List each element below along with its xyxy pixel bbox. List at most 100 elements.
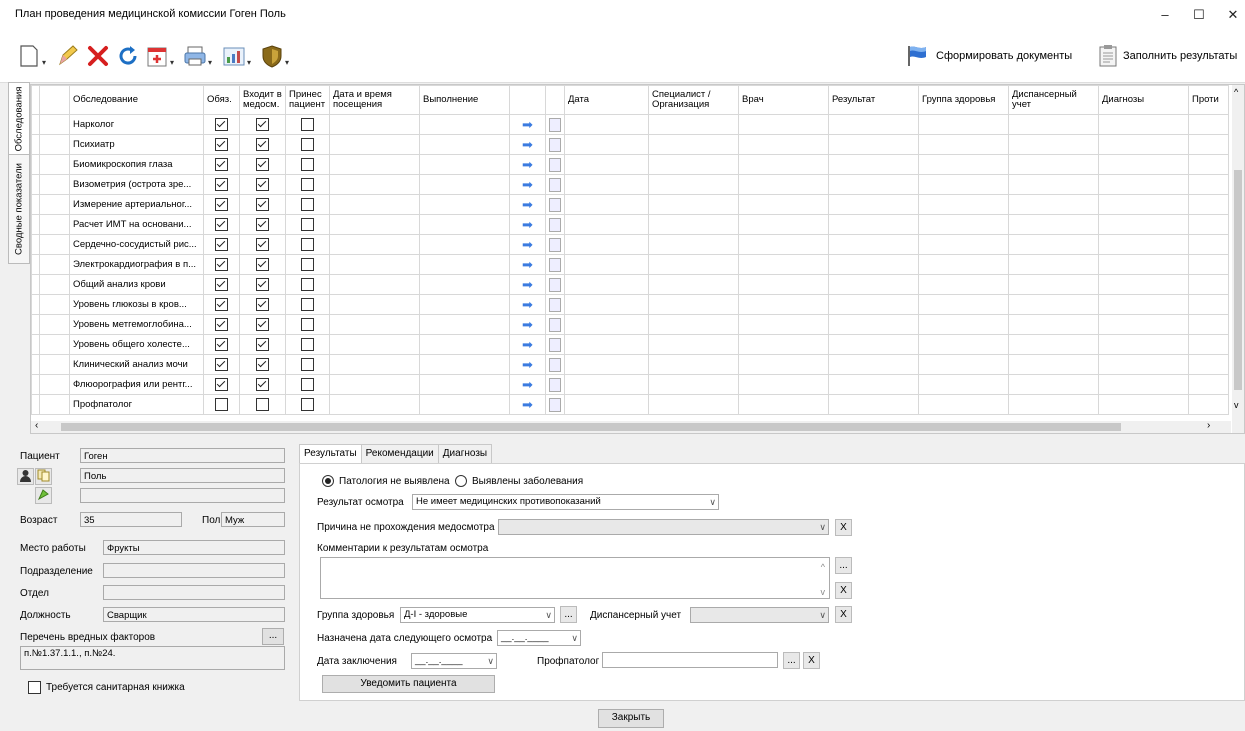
medkit-dropdown[interactable]: ▾ <box>170 58 174 67</box>
checkbox-req[interactable] <box>215 338 228 351</box>
cell-date[interactable] <box>564 154 649 175</box>
cell-contra[interactable] <box>1188 314 1229 335</box>
cell-exam-name[interactable]: Уровень метгемоглобина... <box>69 314 204 335</box>
grid-header-0[interactable]: Обследование <box>69 85 204 115</box>
cell-execution[interactable] <box>419 194 510 215</box>
patient-division[interactable] <box>103 563 285 578</box>
arrow-right-icon[interactable]: ➡ <box>522 337 533 352</box>
dispensary-clear-button[interactable]: X <box>835 606 852 623</box>
cell-doc[interactable] <box>545 354 565 375</box>
arrow-right-icon[interactable]: ➡ <box>522 157 533 172</box>
row-selector[interactable] <box>39 134 70 155</box>
cell-health-group[interactable] <box>918 174 1009 195</box>
reason-clear-button[interactable]: X <box>835 519 852 536</box>
checkbox-brought[interactable] <box>301 398 314 411</box>
checkbox-brought[interactable] <box>301 118 314 131</box>
cell-specialist[interactable] <box>648 154 739 175</box>
checkbox-brought[interactable] <box>301 358 314 371</box>
cell-exam-name[interactable]: Клинический анализ мочи <box>69 354 204 375</box>
cell-req[interactable] <box>203 214 240 235</box>
conclusion-date-picker[interactable]: __.__.____ ∨ <box>411 653 497 669</box>
checkbox-req[interactable] <box>215 158 228 171</box>
scroll-up-icon[interactable]: ^ <box>1234 87 1238 97</box>
new-doc-dropdown[interactable]: ▾ <box>42 58 46 67</box>
cell-specialist[interactable] <box>648 254 739 275</box>
scroll-down-icon[interactable]: v <box>1234 400 1239 410</box>
cell-health-group[interactable] <box>918 214 1009 235</box>
cell-date[interactable] <box>564 274 649 295</box>
cell-visit-datetime[interactable] <box>329 234 420 255</box>
dispensary-select[interactable]: ∨ <box>690 607 829 623</box>
checkbox-incl[interactable] <box>256 178 269 191</box>
document-icon[interactable] <box>549 257 561 272</box>
cell-health-group[interactable] <box>918 314 1009 335</box>
grid-header-14[interactable]: Диагнозы <box>1098 85 1189 115</box>
arrow-right-icon[interactable]: ➡ <box>522 137 533 152</box>
cell-execution[interactable] <box>419 374 510 395</box>
cell-doctor[interactable] <box>738 294 829 315</box>
cell-date[interactable] <box>564 394 649 415</box>
table-row[interactable]: Нарколог ➡ <box>31 114 1229 135</box>
cell-visit-datetime[interactable] <box>329 394 420 415</box>
checkbox-incl[interactable] <box>256 318 269 331</box>
cell-exam-name[interactable]: Сердечно-сосудистый рис... <box>69 234 204 255</box>
cell-exam-name[interactable]: Уровень общего холесте... <box>69 334 204 355</box>
cell-health-group[interactable] <box>918 114 1009 135</box>
cell-go[interactable]: ➡ <box>509 374 546 395</box>
cell-doc[interactable] <box>545 134 565 155</box>
cell-brought[interactable] <box>285 134 330 155</box>
grid-hscroll-thumb[interactable] <box>61 423 1121 431</box>
checkbox-brought[interactable] <box>301 298 314 311</box>
patient-sex[interactable]: Муж <box>221 512 285 527</box>
row-selector[interactable] <box>39 394 70 415</box>
document-icon[interactable] <box>549 337 561 352</box>
table-row[interactable]: Визометрия (острота зре... ➡ <box>31 174 1229 195</box>
cell-doctor[interactable] <box>738 254 829 275</box>
sanitary-book-checkbox[interactable]: Требуется санитарная книжка <box>28 681 185 694</box>
cell-contra[interactable] <box>1188 114 1229 135</box>
cell-contra[interactable] <box>1188 354 1229 375</box>
cell-date[interactable] <box>564 194 649 215</box>
sanitary-book-box[interactable] <box>28 681 41 694</box>
cell-specialist[interactable] <box>648 354 739 375</box>
row-selector[interactable] <box>39 214 70 235</box>
comments-clear-button[interactable]: X <box>835 582 852 599</box>
cell-exam-name[interactable]: Расчет ИМТ на основани... <box>69 214 204 235</box>
cell-visit-datetime[interactable] <box>329 134 420 155</box>
cell-req[interactable] <box>203 154 240 175</box>
cell-visit-datetime[interactable] <box>329 254 420 275</box>
cell-incl[interactable] <box>239 114 286 135</box>
checkbox-req[interactable] <box>215 358 228 371</box>
cell-health-group[interactable] <box>918 234 1009 255</box>
cell-date[interactable] <box>564 334 649 355</box>
cell-exam-name[interactable]: Биомикроскопия глаза <box>69 154 204 175</box>
cell-dispensary[interactable] <box>1008 114 1099 135</box>
checkbox-req[interactable] <box>215 118 228 131</box>
checkbox-incl[interactable] <box>256 118 269 131</box>
new-doc-icon[interactable] <box>17 44 41 68</box>
cell-specialist[interactable] <box>648 214 739 235</box>
table-row[interactable]: Флюорография или рентг... ➡ <box>31 374 1229 395</box>
refresh-icon[interactable] <box>116 44 140 68</box>
cell-go[interactable]: ➡ <box>509 254 546 275</box>
cell-incl[interactable] <box>239 154 286 175</box>
hazards-ellipsis-button[interactable]: ... <box>262 628 284 645</box>
cell-health-group[interactable] <box>918 254 1009 275</box>
grid-header-6[interactable] <box>509 85 546 115</box>
cell-visit-datetime[interactable] <box>329 194 420 215</box>
cell-req[interactable] <box>203 114 240 135</box>
cell-result[interactable] <box>828 114 919 135</box>
cell-diagnoses[interactable] <box>1098 154 1189 175</box>
cell-contra[interactable] <box>1188 294 1229 315</box>
patient-department[interactable] <box>103 585 285 600</box>
cell-specialist[interactable] <box>648 374 739 395</box>
cell-doctor[interactable] <box>738 214 829 235</box>
cell-execution[interactable] <box>419 254 510 275</box>
cell-diagnoses[interactable] <box>1098 334 1189 355</box>
cell-brought[interactable] <box>285 334 330 355</box>
checkbox-incl[interactable] <box>256 158 269 171</box>
grid-header-12[interactable]: Группа здоровья <box>918 85 1009 115</box>
chart-dropdown[interactable]: ▾ <box>247 58 251 67</box>
cell-req[interactable] <box>203 134 240 155</box>
cell-result[interactable] <box>828 294 919 315</box>
